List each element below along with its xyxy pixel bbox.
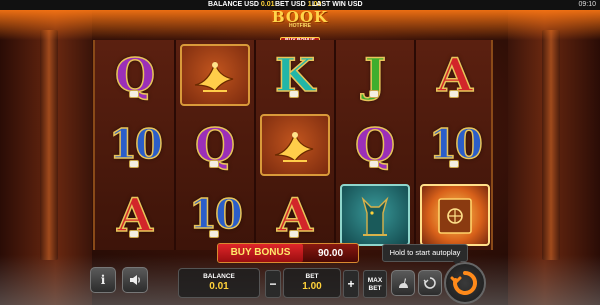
reel-symbol-letter: A — [415, 40, 495, 110]
rabbit-icon — [399, 278, 408, 288]
bet-decrease-button[interactable]: − — [265, 270, 281, 298]
reel-symbol-letter: K — [255, 40, 335, 110]
bet-panel: BET 1.00 — [283, 268, 341, 298]
bet-label: BET — [305, 273, 319, 280]
info-button[interactable]: i — [90, 267, 116, 293]
reel-symbol-letter: 10 — [415, 110, 495, 180]
gem-ornament — [209, 160, 219, 168]
gem-ornament — [209, 230, 219, 238]
reel-symbol-letter: 10 — [175, 180, 255, 250]
gem-ornament — [369, 90, 379, 98]
gem-ornament — [289, 90, 299, 98]
reel-symbol-phoenix — [175, 40, 255, 110]
balance-label: BALANCE — [203, 273, 235, 280]
game-logo: BOOK HOTFIRE BUY BONUS — [255, 10, 345, 45]
phoenix-icon — [260, 114, 330, 176]
max-bet-line1: MAX — [367, 277, 383, 284]
gem-ornament — [449, 160, 459, 168]
logo-subtitle: HOTFIRE — [289, 23, 311, 29]
autoplay-button[interactable] — [418, 270, 442, 296]
balance-value: 0.01 — [209, 281, 229, 292]
buy-bonus-button[interactable]: BUY BONUS 90.00 — [217, 243, 359, 263]
max-bet-line2: BET — [368, 285, 382, 292]
balance-panel: BALANCE 0.01 — [178, 268, 260, 298]
status-clock: 09:10 — [578, 1, 596, 8]
buy-bonus-price: 90.00 — [317, 247, 344, 259]
anubis-icon — [340, 184, 410, 246]
reel-symbol-phoenix — [255, 110, 335, 180]
bet-value: 1.00 — [302, 281, 322, 292]
book-scatter-icon — [420, 184, 490, 246]
gem-ornament — [289, 230, 299, 238]
reel-symbol-letter: Q — [175, 110, 255, 180]
reel-symbol-letter: Q — [95, 40, 175, 110]
phoenix-icon — [180, 44, 250, 106]
info-icon: i — [100, 273, 106, 287]
status-balance: BALANCE USD 0.01 — [208, 1, 275, 8]
reel-symbol-anubis — [335, 180, 415, 250]
max-bet-button[interactable]: MAX BET — [363, 270, 387, 298]
reel-symbol-letter: Q — [335, 110, 415, 180]
gem-ornament — [369, 160, 379, 168]
reel-symbol-letter: J — [335, 40, 415, 110]
gem-ornament — [129, 230, 139, 238]
reel-symbol-letter: 10 — [95, 110, 175, 180]
gem-ornament — [129, 160, 139, 168]
symbol-text: 10 — [188, 191, 243, 238]
spin-icon — [450, 270, 478, 295]
bet-increase-button[interactable]: + — [343, 270, 359, 298]
speaker-icon — [130, 275, 140, 285]
logo-title: BOOK — [271, 10, 329, 26]
status-bar: BALANCE USD 0.01 BET USD 1.00 LAST WIN U… — [0, 0, 600, 10]
autoplay-tooltip: Hold to start autoplay — [382, 244, 468, 266]
gem-ornament — [449, 90, 459, 98]
symbol-text: 10 — [428, 121, 483, 168]
sound-button[interactable] — [122, 267, 148, 293]
buy-bonus-label: BUY BONUS — [218, 244, 303, 262]
right-pillar — [542, 30, 560, 260]
reel-symbol-letter: A — [255, 180, 335, 250]
reel-symbol-letter: A — [95, 180, 175, 250]
status-last-win: LAST WIN USD — [312, 1, 363, 8]
reel-symbol-book — [415, 180, 495, 250]
symbol-text: 10 — [108, 121, 163, 168]
autoplay-icon — [423, 277, 436, 289]
left-pillar — [40, 30, 58, 260]
reel-grid: Q 10 A Q 10 K A J Q A 10 — [93, 40, 493, 250]
gem-ornament — [129, 90, 139, 98]
turbo-button[interactable] — [391, 270, 415, 296]
spin-button[interactable] — [444, 262, 486, 304]
